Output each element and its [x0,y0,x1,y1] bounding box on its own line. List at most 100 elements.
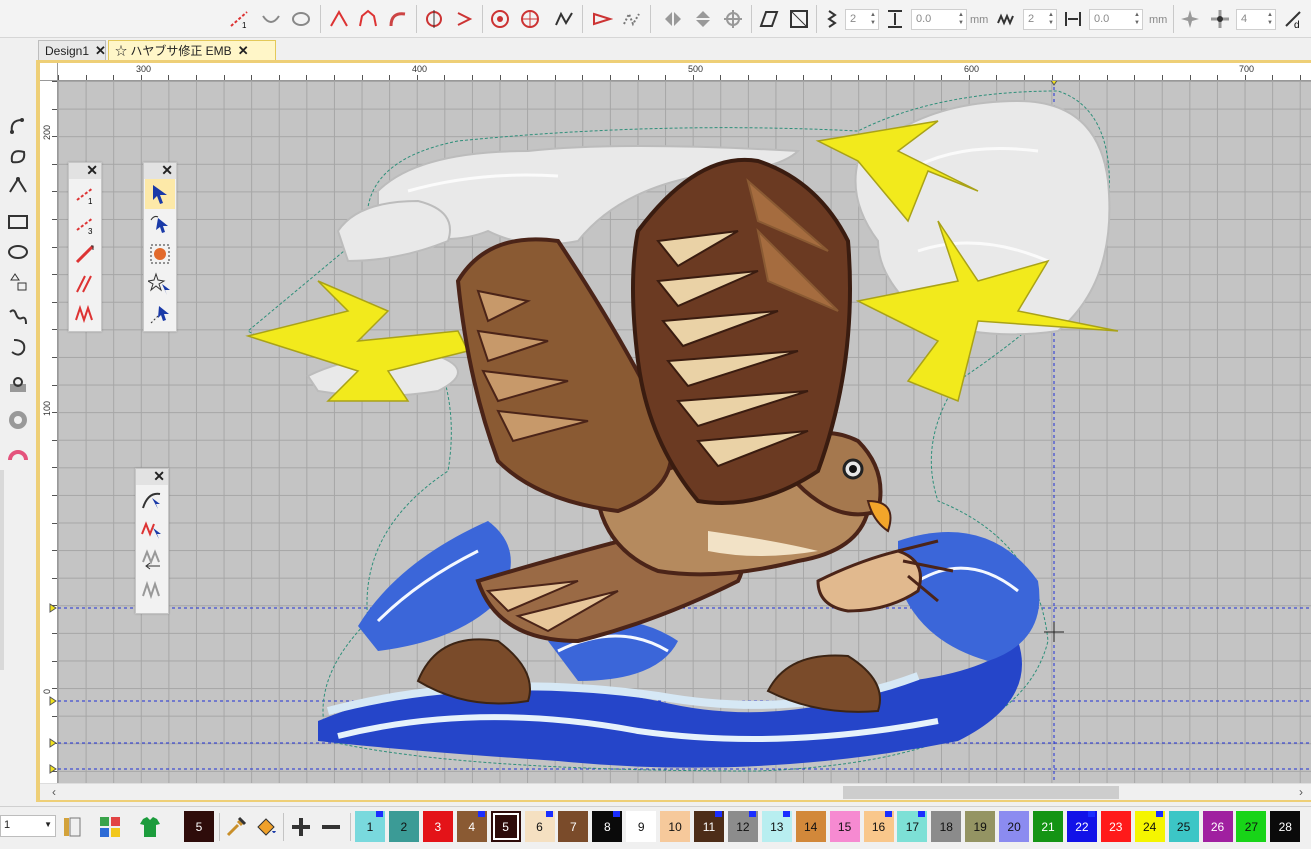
color-swatch[interactable]: 6 [524,811,555,842]
repeat-spinner[interactable]: 2 ▲ ▼ [1023,9,1057,30]
stitch-count-spinner[interactable]: 2 ▲ ▼ [845,9,879,30]
color-swatch[interactable]: 19 [965,811,996,842]
stitch-delete-icon[interactable] [137,575,167,605]
radial-tool-icon[interactable] [487,6,513,32]
color-swatch[interactable]: 28 [1270,811,1301,842]
stitch-edit-icon[interactable] [137,515,167,545]
scroll-left-icon[interactable]: ‹ [52,785,56,799]
close-icon[interactable]: ✕ [95,43,106,59]
monogram-icon[interactable] [4,406,32,434]
stitch-insert-icon[interactable] [137,545,167,575]
tab-hayabusa[interactable]: ☆ ハヤブサ修正 EMB ✕ [108,40,276,60]
spacing-icon[interactable] [882,6,908,32]
bezier-node-icon[interactable] [4,112,32,140]
spacing-input[interactable]: 0.0 ▲ ▼ [911,9,967,30]
corner-icon[interactable]: d [1280,6,1306,32]
color-swatch[interactable]: 14 [795,811,826,842]
arc-tool-icon[interactable] [258,6,284,32]
select-lasso-icon[interactable] [145,209,175,239]
node-edit-icon[interactable] [421,6,447,32]
color-list-icon[interactable] [58,813,86,841]
stitch-density-icon[interactable] [819,6,845,32]
rotate-icon[interactable] [720,6,746,32]
skew-icon[interactable] [756,6,782,32]
design-canvas[interactable] [58,81,1311,783]
color-swatch[interactable]: 23 [1100,811,1131,842]
spiral-icon[interactable] [4,334,32,362]
select-object-icon[interactable] [145,239,175,269]
cross-point-icon[interactable] [1207,6,1233,32]
tab-design1[interactable]: Design1 ✕ [38,40,106,60]
circle-tool-icon[interactable] [288,6,314,32]
zoom-select[interactable]: 1 ▼ [0,815,56,837]
polygon-tool-icon[interactable] [326,6,352,32]
color-swatch[interactable]: 15 [829,811,860,842]
flip-horizontal-icon[interactable] [660,6,686,32]
select-point-icon[interactable] [145,299,175,329]
line-satin-icon[interactable] [70,269,100,299]
close-icon[interactable]: ✕ [161,162,173,179]
applique-icon[interactable] [4,372,32,400]
close-icon[interactable]: ✕ [86,162,98,179]
color-swatch[interactable]: 5 [490,811,521,842]
horizontal-scrollbar[interactable]: ‹ › [40,783,1311,800]
color-swatch[interactable]: 2 [388,811,419,842]
select-star-icon[interactable] [145,269,175,299]
color-swatch[interactable]: 13 [761,811,792,842]
select-arrow-icon[interactable] [145,179,175,209]
run-stitch-icon[interactable] [589,6,615,32]
shirt-icon[interactable] [136,813,164,841]
palette-grid-icon[interactable] [96,813,124,841]
color-swatch[interactable]: 4 [456,811,487,842]
close-icon[interactable]: ✕ [238,43,249,59]
pentagon-tool-icon[interactable] [355,6,381,32]
embroidery-design[interactable] [58,81,1311,783]
curve-tool-icon[interactable] [385,6,411,32]
color-swatch[interactable]: 9 [626,811,657,842]
color-swatch[interactable]: 1 [355,811,385,842]
scroll-right-icon[interactable]: › [1299,785,1303,799]
freehand-icon[interactable] [4,304,32,332]
color-swatch[interactable]: 26 [1202,811,1233,842]
spiral-tool-icon[interactable] [517,6,543,32]
sketch-stitch-icon[interactable] [619,6,645,32]
polyline-icon[interactable] [4,172,32,200]
bezier-closed-icon[interactable] [4,142,32,170]
points-spinner[interactable]: 4 ▲ ▼ [1236,9,1276,30]
satin-pattern-icon[interactable] [993,6,1019,32]
paint-bucket-icon[interactable] [252,813,280,841]
remove-color-icon[interactable] [317,813,345,841]
flip-vertical-icon[interactable] [690,6,716,32]
color-swatch[interactable]: 27 [1236,811,1267,842]
zigzag-tool-icon[interactable] [551,6,577,32]
stitch-circle-icon[interactable] [4,442,32,470]
bounding-box-icon[interactable] [786,6,812,32]
color-swatch[interactable]: 11 [694,811,724,842]
eyedropper-icon[interactable] [222,813,250,841]
stitch-curve-icon[interactable] [137,485,167,515]
ellipse-icon[interactable] [4,238,32,266]
color-swatch[interactable]: 12 [727,811,758,842]
close-icon[interactable]: ✕ [153,468,165,485]
color-swatch[interactable]: 22 [1066,811,1097,842]
color-swatch[interactable]: 25 [1168,811,1199,842]
color-swatch[interactable]: 17 [897,811,928,842]
line-bean-icon[interactable] [70,239,100,269]
color-swatch[interactable]: 21 [1033,811,1063,842]
color-swatch[interactable]: 8 [592,811,623,842]
line-tool-icon[interactable]: 1 [226,6,252,32]
star-point-icon[interactable] [1177,6,1203,32]
scroll-thumb[interactable] [843,786,1119,799]
color-swatch[interactable]: 18 [931,811,962,842]
line-single-icon[interactable]: 1 [70,179,100,209]
add-color-icon[interactable] [287,813,315,841]
color-swatch[interactable]: 16 [863,811,894,842]
line-triple-icon[interactable]: 3 [70,209,100,239]
offset-icon[interactable] [1060,6,1086,32]
color-swatch[interactable]: 20 [999,811,1030,842]
color-swatch[interactable]: 3 [422,811,453,842]
node-add-icon[interactable] [451,6,477,32]
current-color-swatch[interactable]: 5 [184,811,214,842]
color-swatch[interactable]: 24 [1134,811,1165,842]
offset-input[interactable]: 0.0 ▲ ▼ [1089,9,1143,30]
